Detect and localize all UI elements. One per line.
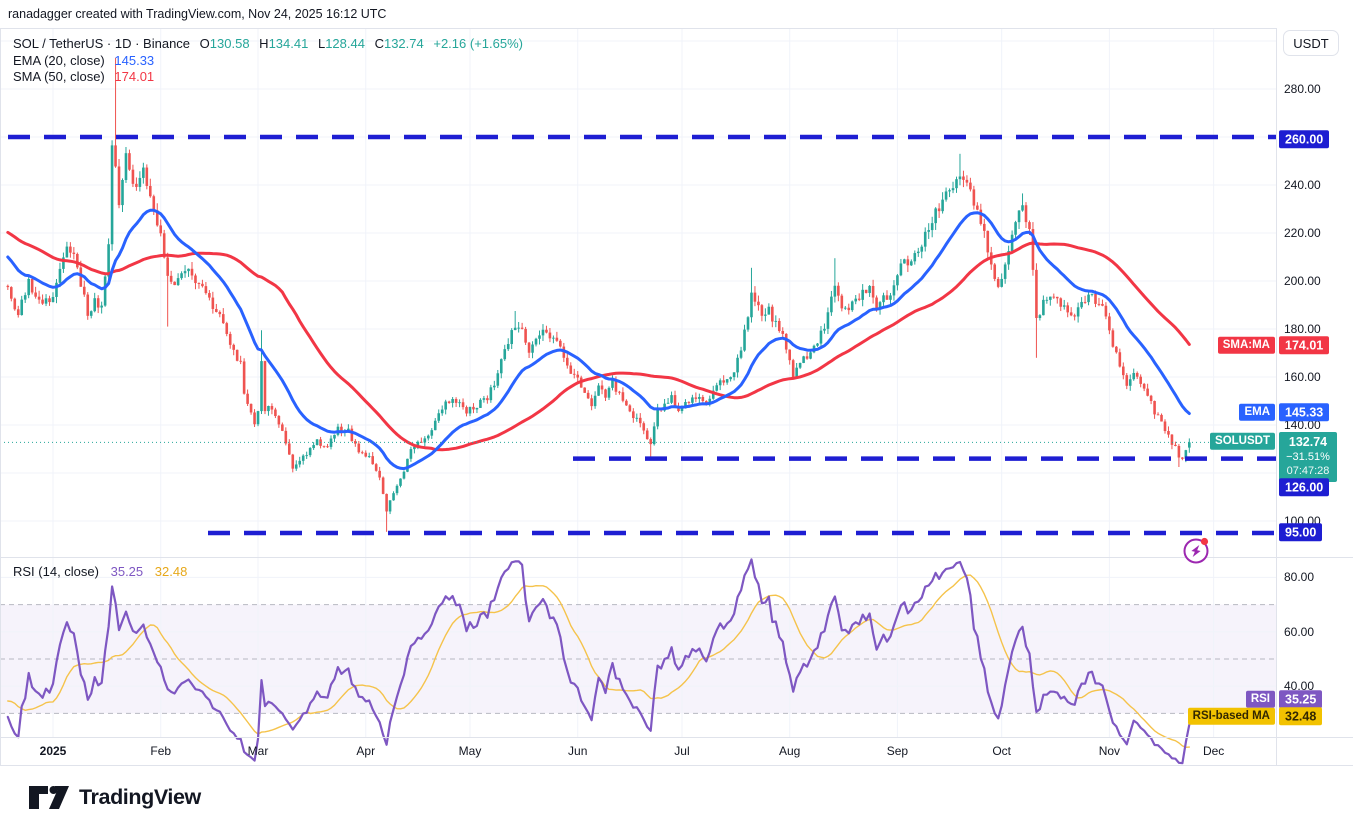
tradingview-logo-text: TradingView [79, 785, 201, 810]
rsi-tick-label: 60.00 [1284, 625, 1314, 639]
legend-ema-row: EMA (20, close) 145.33 [13, 53, 523, 70]
low-value: 128.44 [325, 36, 365, 51]
last-price-value: 132.74 [1279, 434, 1337, 451]
price-tick-label: 180.00 [1284, 322, 1321, 336]
high-key: H [259, 36, 268, 51]
currency-toggle-button[interactable]: USDT [1283, 30, 1339, 56]
flash-alert-icon[interactable] [1185, 538, 1209, 563]
close-value: 132.74 [384, 36, 424, 51]
last-price-badge: 132.74 −31.51% 07:47:28 [1279, 432, 1337, 482]
open-value: 130.58 [210, 36, 250, 51]
attribution-text: ranadagger created with TradingView.com,… [8, 7, 386, 21]
ema-value-badge: 145.33 [1279, 403, 1329, 421]
chart-canvas [0, 0, 1353, 826]
time-tick-label: Oct [992, 744, 1011, 758]
high-value: 134.41 [269, 36, 309, 51]
price-tick-label: 240.00 [1284, 178, 1321, 192]
legend-sma-row: SMA (50, close) 174.01 [13, 69, 523, 86]
sma-value: 174.01 [114, 69, 154, 84]
ema-label: EMA (20, close) [13, 53, 105, 68]
time-tick-label: Feb [150, 744, 171, 758]
legend-ohlc-row: SOL / TetherUS · 1D · Binance O130.58 H1… [13, 36, 523, 53]
change-percent: −31.51% [1279, 451, 1337, 465]
rsi-label: RSI (14, close) [13, 564, 99, 579]
time-tick-label: Apr [356, 744, 375, 758]
rsi-tag-badge: RSI [1246, 691, 1275, 708]
tradingview-logo[interactable]: TradingView [28, 783, 201, 811]
tradingview-logo-mark [28, 783, 70, 811]
rsi-value-badge: 35.25 [1279, 690, 1322, 708]
sma-tag-badge: SMA:MA [1218, 337, 1275, 354]
time-tick-label: 2025 [40, 744, 67, 758]
time-tick-label: Dec [1203, 744, 1224, 758]
rsi-ma-value-badge: 32.48 [1279, 707, 1322, 725]
support-resistance-lines[interactable] [8, 137, 1276, 533]
rsi-tick-label: 80.00 [1284, 570, 1314, 584]
time-tick-label: Mar [248, 744, 269, 758]
level-260-badge: 260.00 [1279, 130, 1329, 148]
close-key: C [375, 36, 384, 51]
time-tick-label: May [459, 744, 482, 758]
sma-50-line [8, 232, 1190, 449]
level-95-badge: 95.00 [1279, 523, 1322, 541]
time-tick-label: Jul [674, 744, 689, 758]
price-tick-label: 200.00 [1284, 274, 1321, 288]
time-tick-label: Sep [887, 744, 908, 758]
time-tick-label: Nov [1099, 744, 1120, 758]
sma-value-badge: 174.01 [1279, 336, 1329, 354]
time-tick-label: Jun [568, 744, 587, 758]
rsi-ma-tag-badge: RSI-based MA [1188, 708, 1275, 725]
rsi-legend: RSI (14, close) 35.25 32.48 [13, 564, 187, 579]
symbol-tag-badge: SOLUSDT [1210, 433, 1275, 450]
ema-value: 145.33 [114, 53, 154, 68]
rsi-value: 35.25 [111, 564, 144, 579]
tradingview-chart-export: ranadagger created with TradingView.com,… [0, 0, 1353, 826]
price-tick-label: 160.00 [1284, 370, 1321, 384]
change-value: +2.16 (+1.65%) [433, 36, 523, 51]
symbol-title: SOL / TetherUS · 1D · Binance [13, 36, 190, 51]
time-tick-label: Aug [779, 744, 800, 758]
rsi-ma-value: 32.48 [155, 564, 188, 579]
ema-tag-badge: EMA [1239, 404, 1275, 421]
bar-countdown: 07:47:28 [1279, 465, 1337, 479]
sma-label: SMA (50, close) [13, 69, 105, 84]
open-key: O [200, 36, 210, 51]
level-126-badge: 126.00 [1279, 478, 1329, 496]
price-tick-label: 280.00 [1284, 82, 1321, 96]
symbol-legend: SOL / TetherUS · 1D · Binance O130.58 H1… [13, 36, 523, 86]
price-tick-label: 220.00 [1284, 226, 1321, 240]
